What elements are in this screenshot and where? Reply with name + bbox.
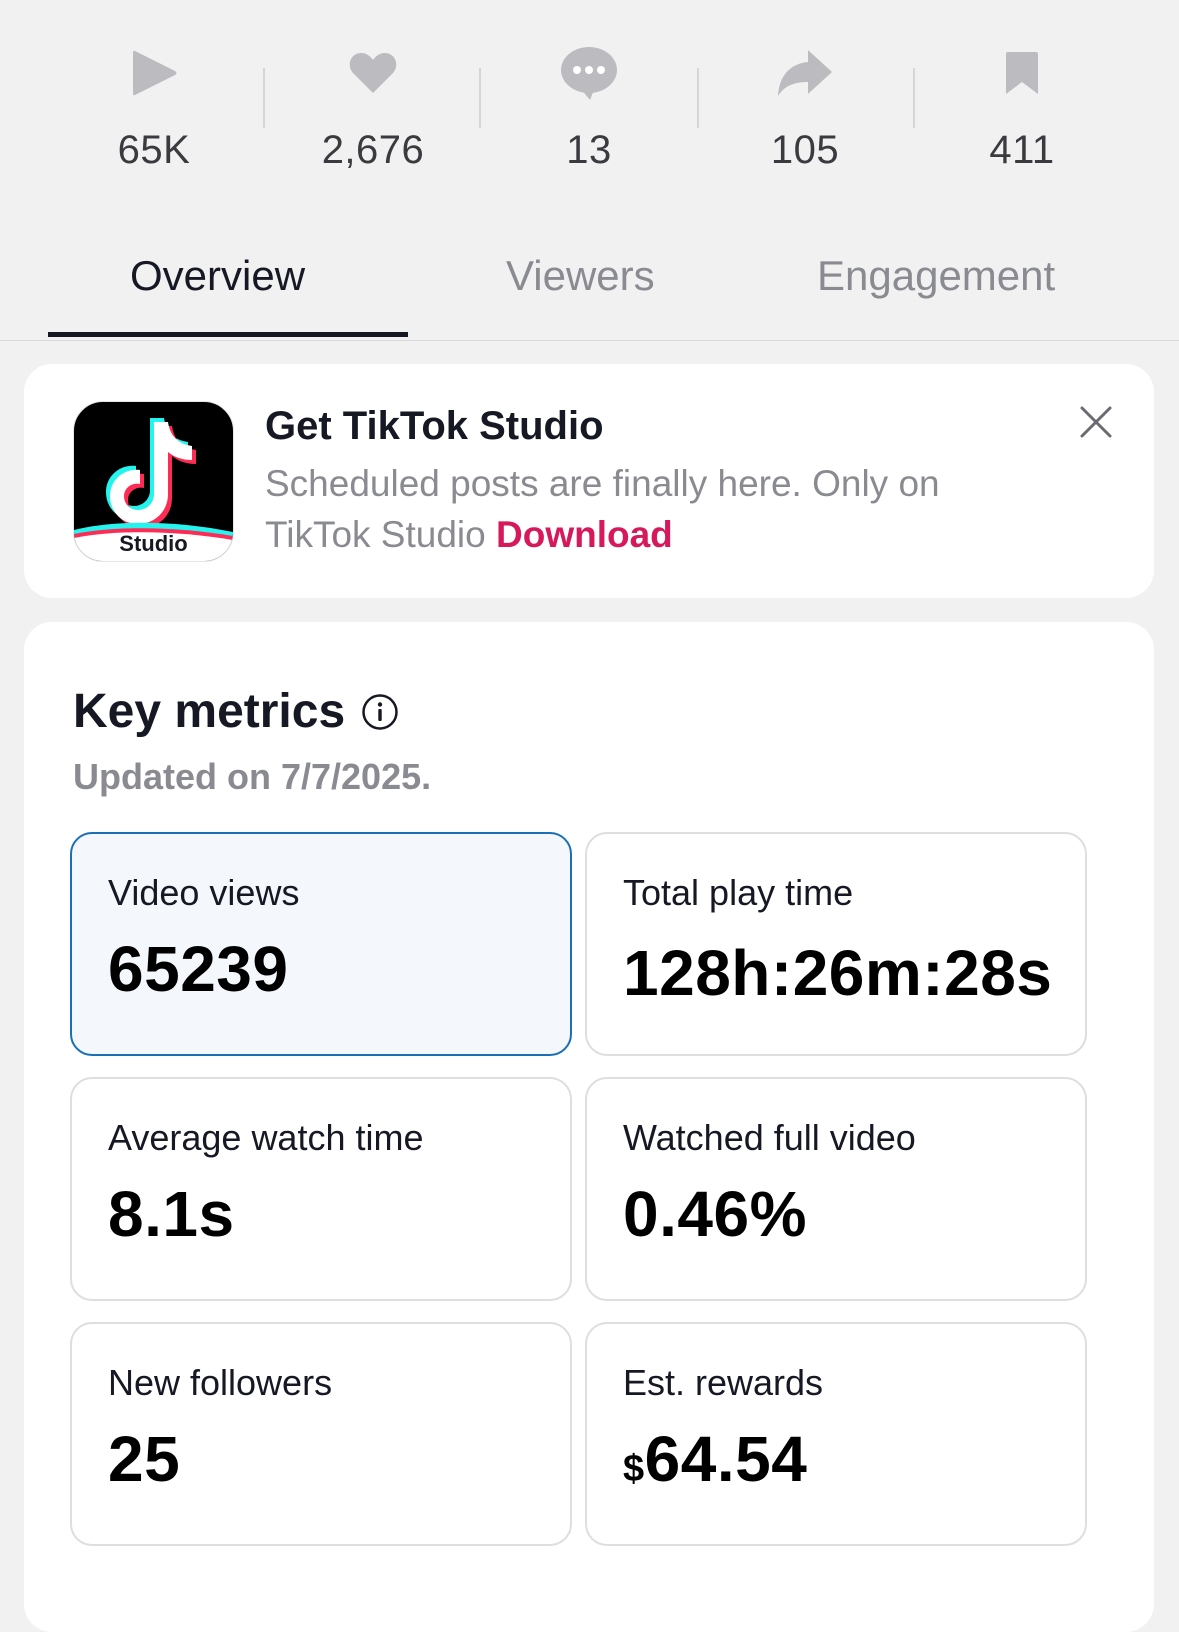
- tab-overview[interactable]: Overview: [130, 252, 305, 300]
- bookmark-icon: [914, 40, 1130, 106]
- metric-card-new-followers[interactable]: New followers 25: [70, 1322, 572, 1546]
- rewards-amount: 64.54: [644, 1423, 808, 1495]
- tiktok-studio-promo: Studio Get TikTok Studio Scheduled posts…: [24, 364, 1154, 598]
- metric-label: Est. rewards: [623, 1362, 824, 1403]
- likes-count: 2,676: [321, 128, 425, 172]
- key-metrics-panel: Key metrics Updated on 7/7/2025. Video v…: [24, 622, 1154, 1632]
- stat-plays: 65K: [46, 40, 262, 173]
- metric-card-video-views[interactable]: Video views 65239: [70, 832, 572, 1056]
- metric-label: Total play time: [623, 872, 854, 913]
- metric-value: $64.54: [623, 1422, 807, 1496]
- tiktok-studio-app-icon: Studio: [73, 401, 234, 562]
- metric-value: 25: [108, 1423, 181, 1495]
- stat-likes: 2,676: [265, 40, 481, 173]
- metric-label: New followers: [108, 1362, 333, 1403]
- shares-count: 105: [770, 128, 840, 172]
- metric-value: 128h:26m:28s: [623, 937, 1053, 1009]
- metric-value: 8.1s: [108, 1178, 235, 1250]
- plays-count: 65K: [117, 128, 191, 172]
- metric-label: Watched full video: [623, 1117, 916, 1158]
- saves-count: 411: [989, 128, 1055, 172]
- video-stats-bar: 65K 2,676 13 105 411: [0, 0, 1179, 200]
- metric-label: Video views: [108, 872, 300, 913]
- stat-comments: 13: [481, 40, 697, 173]
- download-link[interactable]: Download: [496, 514, 673, 555]
- app-icon-caption: Studio: [119, 531, 188, 556]
- metric-label: Average watch time: [108, 1117, 424, 1158]
- comments-count: 13: [566, 128, 612, 172]
- key-metrics-heading: Key metrics: [73, 684, 399, 739]
- metric-card-est-rewards[interactable]: Est. rewards $64.54: [585, 1322, 1087, 1546]
- metric-value: 0.46%: [623, 1178, 807, 1250]
- promo-title: Get TikTok Studio: [265, 404, 604, 448]
- share-icon: [697, 40, 913, 106]
- tab-viewers[interactable]: Viewers: [506, 252, 655, 300]
- analytics-tabs: Overview Viewers Engagement: [0, 236, 1179, 341]
- active-tab-indicator: [48, 332, 408, 337]
- metric-card-average-watch-time[interactable]: Average watch time 8.1s: [70, 1077, 572, 1301]
- currency-symbol: $: [623, 1448, 645, 1490]
- metric-value: 65239: [108, 933, 289, 1005]
- metric-card-total-play-time[interactable]: Total play time 128h:26m:28s: [585, 832, 1087, 1056]
- tab-engagement[interactable]: Engagement: [817, 252, 1055, 300]
- heart-icon: [265, 40, 481, 106]
- comment-icon: [481, 40, 697, 106]
- play-icon: [46, 40, 262, 106]
- key-metrics-title: Key metrics: [73, 685, 346, 738]
- info-icon[interactable]: [361, 693, 399, 731]
- stat-saves: 411: [914, 40, 1130, 173]
- promo-description: Scheduled posts are finally here. Only o…: [265, 458, 1045, 560]
- stat-shares: 105: [697, 40, 913, 173]
- updated-date: Updated on 7/7/2025.: [73, 756, 432, 797]
- metric-card-watched-full-video[interactable]: Watched full video 0.46%: [585, 1077, 1087, 1301]
- close-icon[interactable]: [1076, 402, 1116, 442]
